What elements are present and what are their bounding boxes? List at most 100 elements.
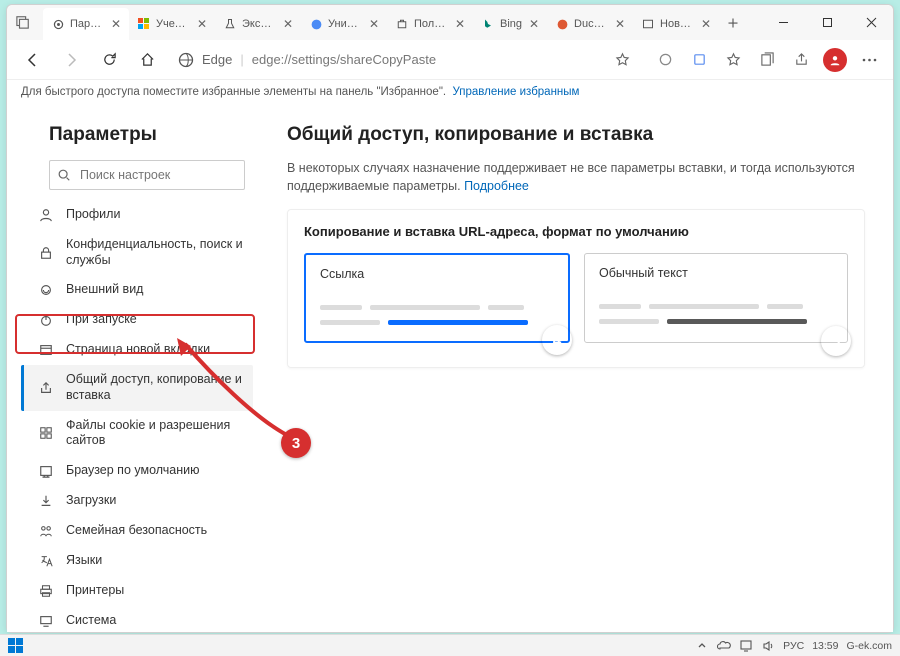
format-options: Ссылка 4 Обычный текст 5 xyxy=(304,253,848,343)
tray-chevron-icon[interactable] xyxy=(695,639,709,653)
tab-label: DuckDu xyxy=(574,18,608,30)
minimize-button[interactable] xyxy=(761,5,805,39)
gear-icon xyxy=(51,17,65,31)
close-icon[interactable]: ✕ xyxy=(281,17,295,31)
close-icon[interactable]: ✕ xyxy=(453,17,467,31)
tab-newtab[interactable]: Новая в ✕ xyxy=(633,8,719,40)
favorite-icon[interactable] xyxy=(608,46,636,74)
sidebar-item-newtab[interactable]: Страница новой вкладки xyxy=(21,335,253,365)
share-icon xyxy=(38,380,54,396)
refresh-button[interactable] xyxy=(93,44,125,76)
search-icon xyxy=(57,168,71,182)
tab-label: Bing xyxy=(500,18,522,30)
copilot-icon xyxy=(309,17,323,31)
duck-icon xyxy=(555,17,569,31)
newtab-icon xyxy=(38,342,54,358)
skeleton-preview xyxy=(320,305,554,325)
default-icon xyxy=(38,463,54,479)
profile-button[interactable] xyxy=(821,46,849,74)
tray-brand: G-ek.com xyxy=(846,640,892,652)
close-icon[interactable]: ✕ xyxy=(195,17,209,31)
tray-language[interactable]: РУС xyxy=(783,640,804,652)
newtab-icon xyxy=(641,17,655,31)
sidebar-item-share-copy-paste[interactable]: Общий доступ, копирование и вставка xyxy=(21,365,253,410)
start-button[interactable] xyxy=(8,638,24,654)
sidebar-item-profiles[interactable]: Профили xyxy=(21,200,253,230)
settings-main: Общий доступ, копирование и вставка В не… xyxy=(259,104,893,632)
close-button[interactable] xyxy=(849,5,893,39)
tab-settings[interactable]: Параме ✕ xyxy=(43,8,129,40)
tray-volume-icon[interactable] xyxy=(761,639,775,653)
forward-button[interactable] xyxy=(55,44,87,76)
sidebar-item-privacy[interactable]: Конфиденциальность, поиск и службы xyxy=(21,230,253,275)
tab-label: Экспери xyxy=(242,18,276,30)
option-label: Обычный текст xyxy=(599,266,833,280)
tab-experiments[interactable]: Экспери ✕ xyxy=(215,8,301,40)
tab-account[interactable]: Учетна ✕ xyxy=(129,8,215,40)
bag-icon xyxy=(395,17,409,31)
sidebar-item-languages[interactable]: Языки xyxy=(21,546,253,576)
close-icon[interactable]: ✕ xyxy=(367,17,381,31)
tab-label: Универ xyxy=(328,18,362,30)
tab-label: Новая в xyxy=(660,18,694,30)
skeleton-preview xyxy=(599,304,833,324)
annotation-badge-5: 5 xyxy=(821,326,851,356)
favorites-bar-text: Для быстрого доступа поместите избранные… xyxy=(21,86,446,98)
settings-sidebar: Параметры Профили Конфиденциальность, по… xyxy=(7,104,259,632)
close-icon[interactable]: ✕ xyxy=(527,17,541,31)
back-button[interactable] xyxy=(17,44,49,76)
tray-onedrive-icon[interactable] xyxy=(717,639,731,653)
tab-policies[interactable]: Полити ✕ xyxy=(387,8,473,40)
home-button[interactable] xyxy=(131,44,163,76)
tab-bing[interactable]: Bing ✕ xyxy=(473,8,547,40)
sidebar-item-appearance[interactable]: Внешний вид xyxy=(21,275,253,305)
download-icon xyxy=(38,493,54,509)
close-icon[interactable]: ✕ xyxy=(109,17,123,31)
favorites-icon[interactable] xyxy=(719,46,747,74)
option-link[interactable]: Ссылка 4 xyxy=(304,253,570,343)
collections-icon[interactable] xyxy=(753,46,781,74)
manage-favorites-link[interactable]: Управление избранным xyxy=(453,86,580,98)
share-icon[interactable] xyxy=(787,46,815,74)
extensions-icon[interactable] xyxy=(685,46,713,74)
close-icon[interactable]: ✕ xyxy=(613,17,627,31)
sidebar-item-system[interactable]: Система xyxy=(21,606,253,632)
bing-icon xyxy=(481,17,495,31)
page-description: В некоторых случаях назначение поддержив… xyxy=(287,160,865,195)
option-plain-text[interactable]: Обычный текст 5 xyxy=(584,253,848,343)
flask-icon xyxy=(223,17,237,31)
new-tab-button[interactable] xyxy=(719,6,747,40)
tab-copilot[interactable]: Универ ✕ xyxy=(301,8,387,40)
learn-more-link[interactable]: Подробнее xyxy=(464,179,529,193)
browser-window: Параме ✕ Учетна ✕ Экспери ✕ Универ ✕ Пол… xyxy=(6,4,894,633)
sidebar-item-default-browser[interactable]: Браузер по умолчанию xyxy=(21,456,253,486)
sidebar-item-printers[interactable]: Принтеры xyxy=(21,576,253,606)
settings-search xyxy=(49,160,245,190)
search-input[interactable] xyxy=(49,160,245,190)
tab-duckduckgo[interactable]: DuckDu ✕ xyxy=(547,8,633,40)
cookie-icon xyxy=(38,425,54,441)
tab-actions-button[interactable] xyxy=(7,5,39,39)
profile-icon xyxy=(38,207,54,223)
printer-icon xyxy=(38,583,54,599)
close-icon[interactable]: ✕ xyxy=(699,17,713,31)
tab-label: Учетна xyxy=(156,18,190,30)
url-format-panel: Копирование и вставка URL-адреса, формат… xyxy=(287,209,865,368)
sidebar-item-family[interactable]: Семейная безопасность xyxy=(21,516,253,546)
settings-content: Параметры Профили Конфиденциальность, по… xyxy=(7,104,893,632)
address-bar[interactable]: Edge | edge://settings/shareCopyPaste xyxy=(169,45,645,75)
sidebar-item-downloads[interactable]: Загрузки xyxy=(21,486,253,516)
tray-time[interactable]: 13:59 xyxy=(812,640,838,652)
maximize-button[interactable] xyxy=(805,5,849,39)
lock-icon xyxy=(38,245,54,261)
tray-network-icon[interactable] xyxy=(739,639,753,653)
power-icon xyxy=(38,312,54,328)
menu-button[interactable] xyxy=(855,46,883,74)
sidebar-item-cookies[interactable]: Файлы cookie и разрешения сайтов xyxy=(21,411,253,456)
read-aloud-icon[interactable] xyxy=(651,46,679,74)
titlebar: Параме ✕ Учетна ✕ Экспери ✕ Универ ✕ Пол… xyxy=(7,5,893,40)
option-label: Ссылка xyxy=(320,267,554,281)
tab-label: Параме xyxy=(70,18,104,30)
sidebar-item-startup[interactable]: При запуске xyxy=(21,305,253,335)
tab-label: Полити xyxy=(414,18,448,30)
